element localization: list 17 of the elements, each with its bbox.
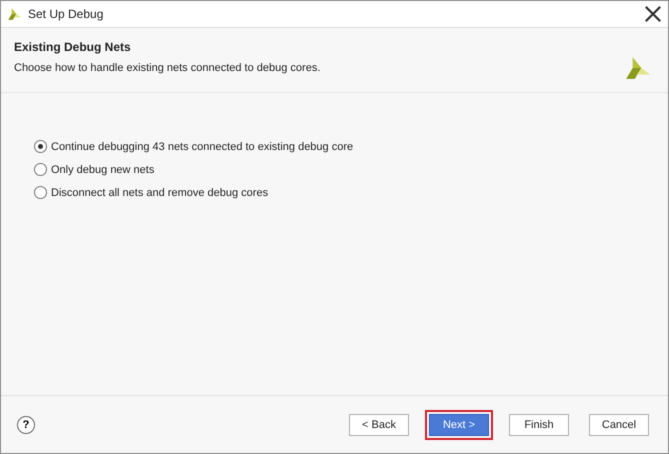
dialog-button[interactable]: Next > xyxy=(429,414,489,436)
window-title: Set Up Debug xyxy=(28,7,104,21)
close-icon[interactable] xyxy=(644,5,662,23)
radio-button[interactable] xyxy=(34,163,47,176)
page-subtitle: Choose how to handle existing nets connected to debug cores. xyxy=(14,62,320,74)
dialog-button[interactable]: < Back xyxy=(349,414,409,436)
page-title: Existing Debug Nets xyxy=(14,40,132,54)
option-label[interactable]: Continue debugging 43 nets connected to existing debug core xyxy=(51,140,354,152)
product-logo-icon xyxy=(624,55,650,81)
radio-button[interactable] xyxy=(34,140,47,153)
dialog-button[interactable]: Finish xyxy=(509,414,569,436)
help-button[interactable]: ? xyxy=(17,416,35,434)
option-label[interactable]: Disconnect all nets and remove debug cores xyxy=(51,186,268,198)
app-logo-icon xyxy=(7,7,21,21)
option-label[interactable]: Only debug new nets xyxy=(51,164,154,176)
radio-button[interactable] xyxy=(34,186,47,199)
dialog-button[interactable]: Cancel xyxy=(589,414,649,436)
